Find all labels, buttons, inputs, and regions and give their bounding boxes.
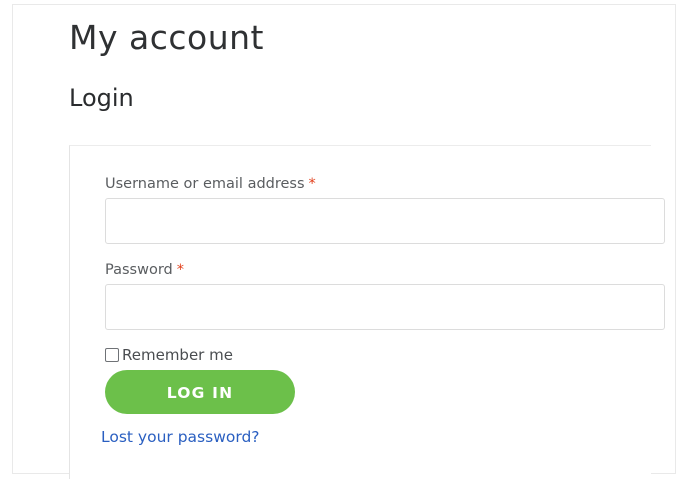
page: My account Login Username or email addre… — [0, 0, 684, 479]
username-label-text: Username or email address — [105, 176, 305, 192]
username-field[interactable] — [105, 198, 665, 244]
lost-password-link[interactable]: Lost your password? — [101, 428, 260, 446]
remember-me[interactable]: Remember me — [105, 346, 233, 364]
remember-me-label: Remember me — [122, 346, 233, 364]
password-label: Password * — [105, 262, 184, 278]
page-title: My account — [69, 18, 264, 57]
required-mark: * — [176, 262, 184, 278]
required-mark: * — [308, 176, 316, 192]
username-label: Username or email address * — [105, 176, 316, 192]
log-in-button[interactable]: LOG IN — [105, 370, 295, 414]
login-heading: Login — [69, 84, 134, 112]
password-label-text: Password — [105, 262, 173, 278]
password-field[interactable] — [105, 284, 665, 330]
remember-me-checkbox[interactable] — [105, 348, 119, 362]
